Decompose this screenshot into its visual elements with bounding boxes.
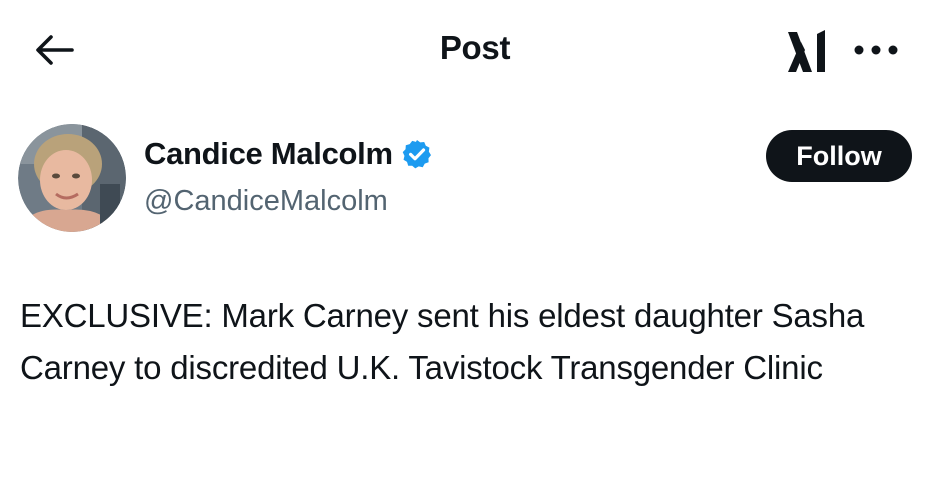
post-author-row: Candice Malcolm @CandiceMalcolm Follow (0, 118, 950, 238)
avatar[interactable] (18, 124, 126, 232)
display-name: Candice Malcolm (144, 136, 393, 171)
more-options-button[interactable] (846, 28, 906, 72)
follow-button[interactable]: Follow (766, 130, 912, 182)
display-name-link[interactable]: Candice Malcolm (144, 134, 433, 174)
top-navigation-bar: Post (0, 0, 950, 100)
post-text: EXCLUSIVE: Mark Carney sent his eldest d… (20, 297, 865, 386)
grok-button[interactable] (782, 24, 836, 80)
more-horizontal-icon (854, 45, 898, 55)
avatar-photo (18, 124, 126, 232)
verified-badge-icon (401, 138, 433, 170)
grok-logo-icon (788, 30, 825, 72)
user-handle[interactable]: @CandiceMalcolm (144, 182, 388, 220)
